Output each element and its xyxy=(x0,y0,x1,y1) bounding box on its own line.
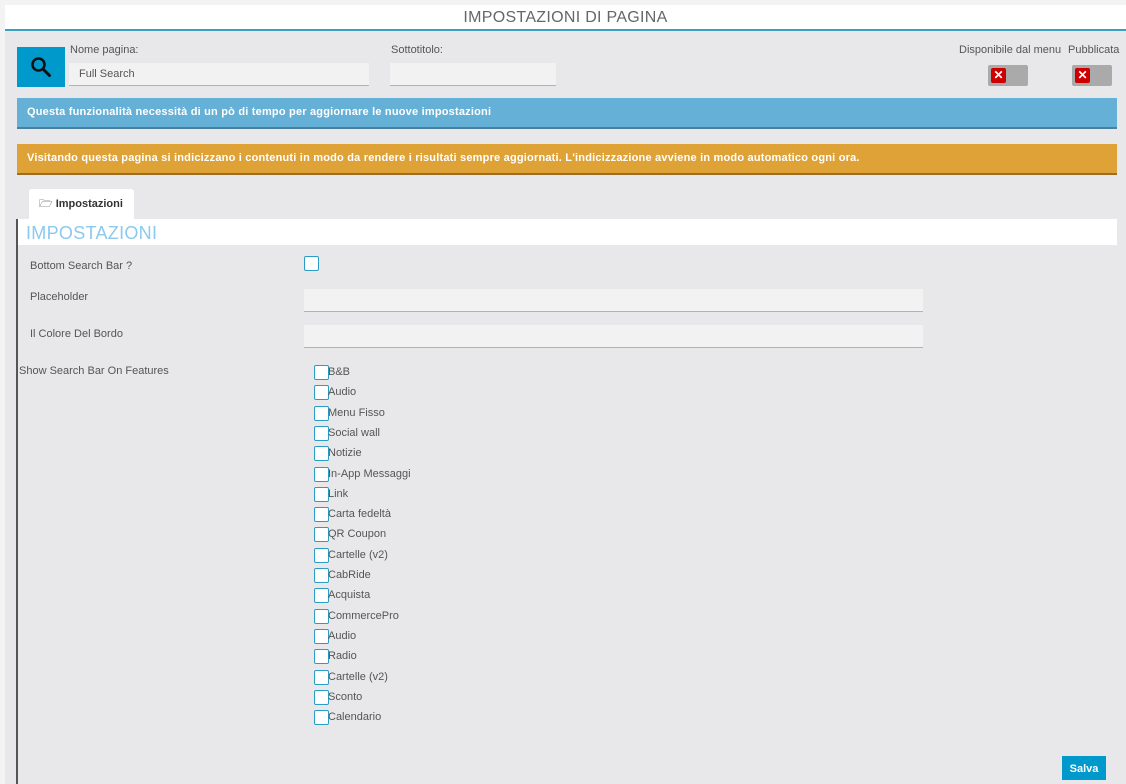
bottom-search-bar-checkbox[interactable] xyxy=(304,256,319,271)
feature-checkbox[interactable] xyxy=(314,365,329,380)
feature-checkbox[interactable] xyxy=(314,689,329,705)
feature-checkbox[interactable] xyxy=(314,385,329,401)
feature-checkbox[interactable] xyxy=(314,649,329,665)
menu-available-label: Disponibile dal menu xyxy=(959,44,1062,56)
feature-checkbox[interactable] xyxy=(314,446,329,462)
section-title: IMPOSTAZIONI xyxy=(18,219,1117,245)
feature-checkbox[interactable] xyxy=(314,527,329,543)
feature-label: Carta fedeltà xyxy=(328,508,391,521)
info-alert: Questa funzionalità necessità di un pò d… xyxy=(17,98,1117,129)
feature-label: Audio xyxy=(328,629,357,642)
feature-checkbox[interactable] xyxy=(314,547,329,563)
feature-checkbox[interactable] xyxy=(314,466,329,482)
feature-label: CabRide xyxy=(328,569,371,581)
menu-available-toggle[interactable]: ✕ xyxy=(988,65,1028,86)
published-toggle[interactable]: ✕ xyxy=(1072,65,1112,86)
features-label: Show Search Bar On Features xyxy=(19,365,169,377)
border-color-input[interactable] xyxy=(304,325,923,348)
feature-checkbox[interactable] xyxy=(314,669,329,685)
page-icon-button[interactable] xyxy=(17,47,65,87)
toggle-off-icon: ✕ xyxy=(991,68,1006,83)
feature-checkbox[interactable] xyxy=(314,486,329,502)
border-color-label: Il Colore Del Bordo xyxy=(30,328,123,340)
feature-checkbox[interactable] xyxy=(314,588,329,604)
page-title: IMPOSTAZIONI DI PAGINA xyxy=(5,5,1126,31)
bottom-search-bar-label: Bottom Search Bar ? xyxy=(30,260,133,272)
feature-label: In-App Messaggi xyxy=(328,467,411,480)
feature-label: Notizie xyxy=(328,447,362,460)
feature-label: Cartelle (v2) xyxy=(328,670,388,683)
placeholder-label: Placeholder xyxy=(30,291,89,303)
folder-open-icon: 🗁 xyxy=(39,197,53,210)
tab-label: Impostazioni xyxy=(55,198,123,210)
warning-alert: Visitando questa pagina si indicizzano i… xyxy=(17,144,1117,175)
feature-label: Sconto xyxy=(328,690,363,703)
feature-label: Acquista xyxy=(328,589,371,602)
toggle-off-icon: ✕ xyxy=(1075,68,1090,83)
feature-label: Menu Fisso xyxy=(328,406,385,419)
feature-checkbox[interactable] xyxy=(314,425,329,441)
page: IMPOSTAZIONI DI PAGINA Nome pagina: Sott… xyxy=(5,5,1126,784)
subtitle-label: Sottotitolo: xyxy=(391,44,443,56)
tab-impostazioni[interactable]: 🗁 Impostazioni xyxy=(29,189,134,219)
search-icon xyxy=(31,57,51,77)
content-border xyxy=(16,219,18,784)
feature-label: Link xyxy=(328,487,349,500)
page-name-label: Nome pagina: xyxy=(70,44,139,56)
feature-label: Audio xyxy=(328,386,357,399)
published-label: Pubblicata xyxy=(1068,44,1120,56)
feature-checkbox[interactable] xyxy=(314,405,329,421)
feature-label: QR Coupon xyxy=(328,528,387,541)
feature-checkbox[interactable] xyxy=(314,568,329,583)
feature-checkbox[interactable] xyxy=(314,507,329,523)
feature-checkbox[interactable] xyxy=(314,628,329,644)
feature-label: Social wall xyxy=(328,426,380,439)
page-name-input[interactable] xyxy=(69,63,369,86)
feature-checkbox[interactable] xyxy=(314,608,329,624)
feature-label: Calendario xyxy=(328,711,382,724)
feature-checkbox[interactable] xyxy=(314,710,329,726)
save-button[interactable]: Salva xyxy=(1062,756,1106,780)
placeholder-input[interactable] xyxy=(304,289,923,312)
feature-label: CommercePro xyxy=(328,609,399,622)
feature-label: Cartelle (v2) xyxy=(328,548,388,561)
subtitle-input[interactable] xyxy=(390,63,556,86)
feature-label: Radio xyxy=(328,650,357,663)
feature-label: B&B xyxy=(328,366,351,378)
